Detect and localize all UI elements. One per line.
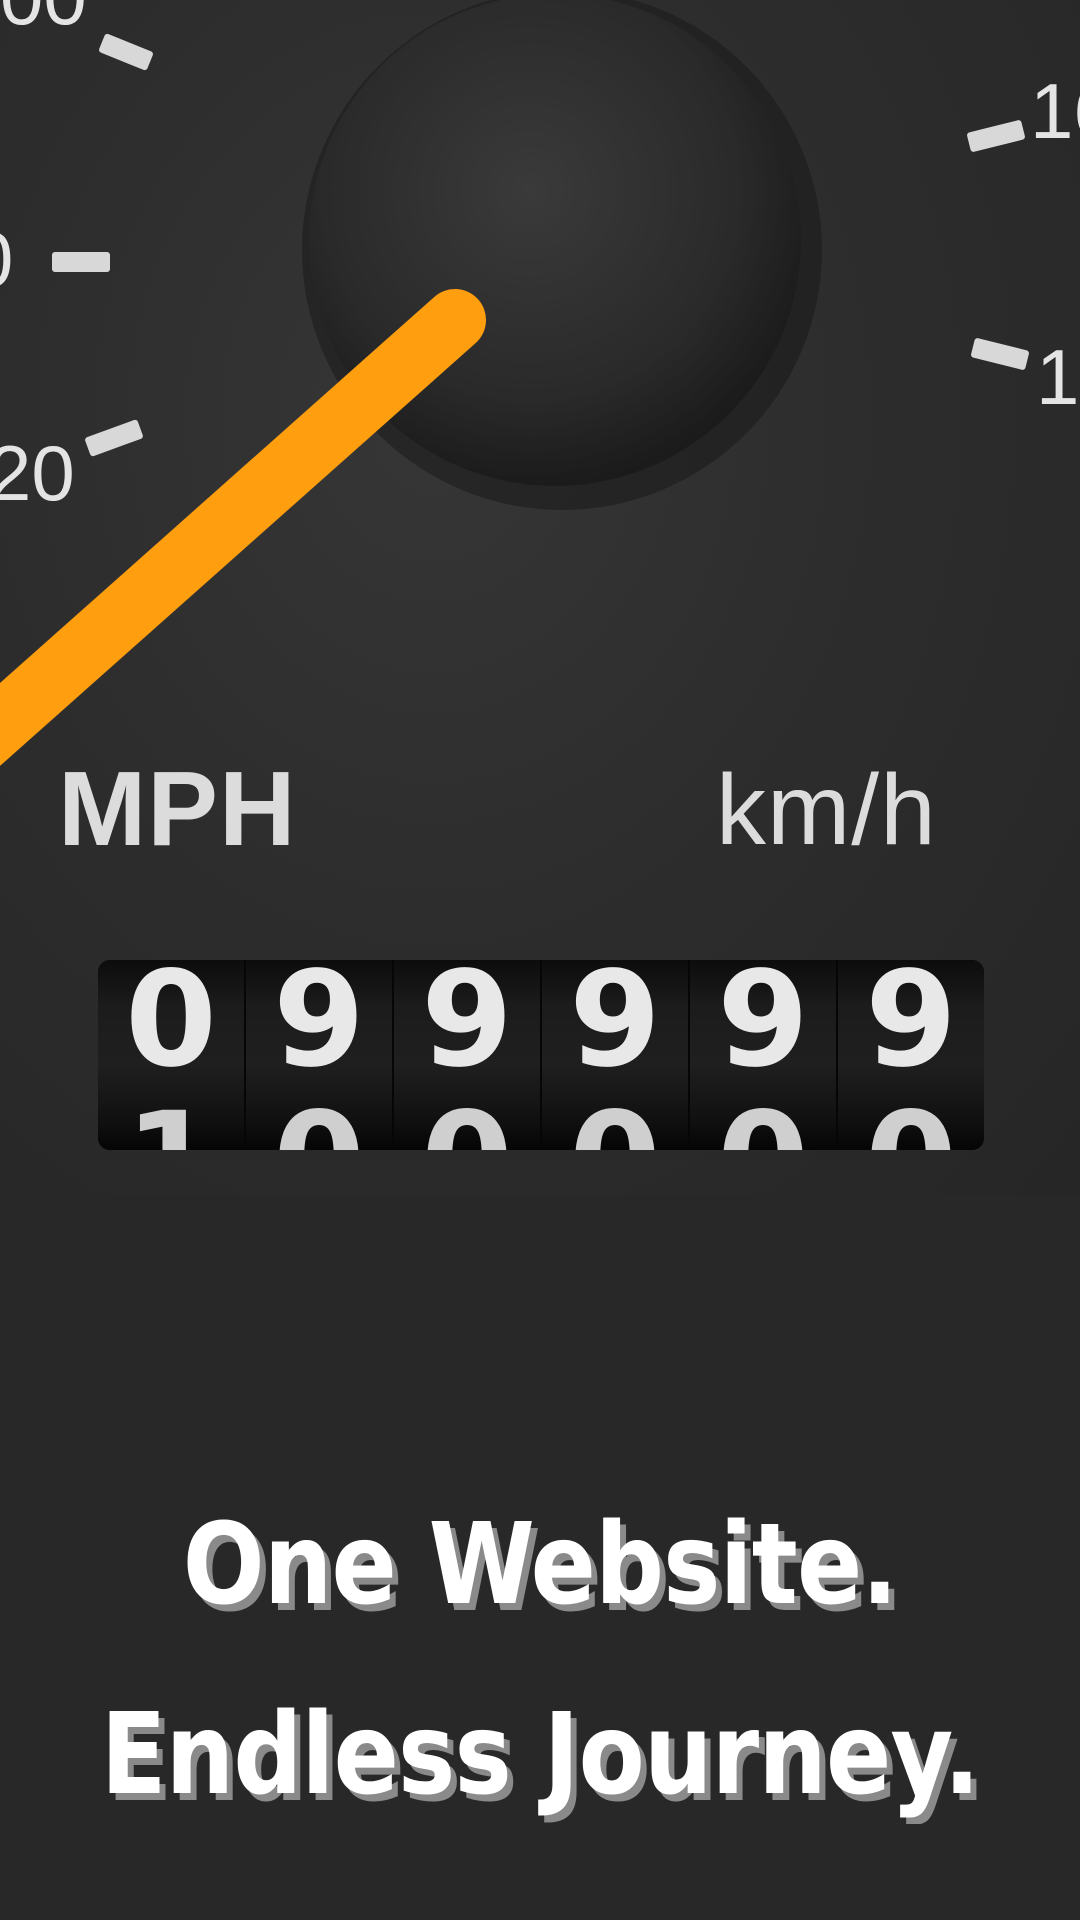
odometer-digit: 0 1 xyxy=(98,960,246,1150)
odometer-digit-next: 0 xyxy=(246,1095,392,1150)
odometer-digit-current: 9 xyxy=(273,960,365,1097)
tick-mark xyxy=(85,419,143,457)
tagline-line-1: One Website. xyxy=(182,1500,898,1630)
poster: 00 0 20 16 18 MPH km/h 0 1 9 0 9 0 9 0 xyxy=(0,0,1080,1920)
unit-kmh-label: km/h xyxy=(716,754,937,866)
scale-number: 00 xyxy=(0,0,87,36)
odometer-digit-next: 0 xyxy=(542,1095,688,1150)
scale-number: 16 xyxy=(1030,67,1080,155)
odometer-digit: 9 0 xyxy=(394,960,542,1150)
speedometer-photo: 00 0 20 16 18 MPH km/h 0 1 9 0 9 0 9 0 xyxy=(0,0,1080,1195)
odometer-digit: 9 0 xyxy=(690,960,838,1150)
tagline-line-2: Endless Journey. xyxy=(100,1690,980,1820)
scale-number: 0 xyxy=(0,220,13,298)
tick-mark xyxy=(99,33,153,71)
tagline: One Website. Endless Journey. xyxy=(76,1470,1005,1850)
odometer-digit-current: 9 xyxy=(865,960,957,1097)
odometer-digit-next: 0 xyxy=(690,1095,836,1150)
odometer-digit-next: 0 xyxy=(394,1095,540,1150)
odometer: 0 1 9 0 9 0 9 0 9 0 9 0 xyxy=(98,960,984,1150)
unit-mph-label: MPH xyxy=(58,750,297,868)
odometer-digit: 9 0 xyxy=(542,960,690,1150)
odometer-digit-current: 9 xyxy=(717,960,809,1097)
tick-mark xyxy=(971,338,1029,370)
speedometer-needle xyxy=(0,289,486,766)
tick-mark xyxy=(967,120,1025,152)
odometer-digit-current: 9 xyxy=(421,960,513,1097)
odometer-digit-current: 9 xyxy=(569,960,661,1097)
odometer-digit-current: 0 xyxy=(125,960,217,1097)
scale-number: 20 xyxy=(0,429,75,517)
odometer-digit-next: 1 xyxy=(98,1095,244,1150)
odometer-digit: 9 0 xyxy=(246,960,394,1150)
odometer-digit: 9 0 xyxy=(838,960,984,1150)
scale-number: 18 xyxy=(1036,333,1080,421)
odometer-digit-next: 0 xyxy=(838,1095,984,1150)
tick-mark xyxy=(52,252,110,272)
